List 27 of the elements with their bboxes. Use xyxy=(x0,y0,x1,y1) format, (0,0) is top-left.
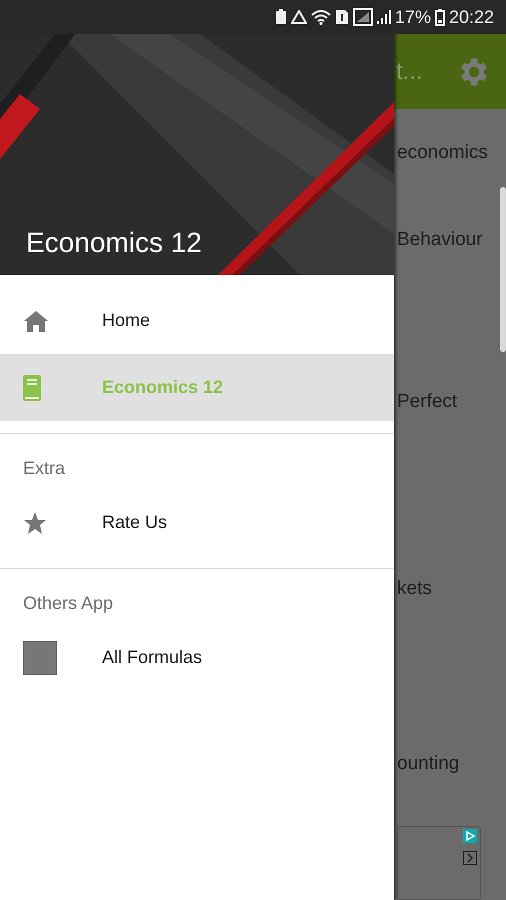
list-item-text[interactable]: kets xyxy=(397,577,432,601)
ad-banner[interactable] xyxy=(397,826,481,900)
wifi-icon xyxy=(310,10,331,24)
drawer-title: Economics 12 xyxy=(26,227,202,259)
section-heading: Others App xyxy=(22,592,114,615)
list-item-text[interactable]: economics xyxy=(397,141,488,165)
menu-item[interactable]: Rate Us xyxy=(0,489,394,556)
home-icon xyxy=(23,308,49,332)
chevron-right-icon[interactable] xyxy=(463,851,477,865)
menu-item[interactable]: All Formulas xyxy=(0,624,394,691)
list-item-text[interactable]: ounting xyxy=(397,752,460,776)
list-item-text[interactable]: Behaviour xyxy=(397,228,483,252)
battery-icon xyxy=(434,8,445,26)
signal-icon xyxy=(376,10,391,24)
star-icon xyxy=(23,510,47,534)
signal-box-icon xyxy=(352,8,373,26)
battery-percent: 17% xyxy=(394,6,431,28)
list-item-text[interactable]: Perfect xyxy=(397,390,458,414)
sim-icon xyxy=(334,9,349,25)
clock: 20:22 xyxy=(448,6,494,28)
section-heading: Extra xyxy=(22,457,66,480)
menu-item[interactable]: Home xyxy=(0,287,394,354)
book-icon xyxy=(23,374,41,400)
menu-item[interactable]: Economics 12 xyxy=(0,354,394,421)
ad-choices-icon[interactable] xyxy=(463,829,477,843)
app-icon xyxy=(23,640,57,674)
app-title: t... xyxy=(396,58,423,86)
